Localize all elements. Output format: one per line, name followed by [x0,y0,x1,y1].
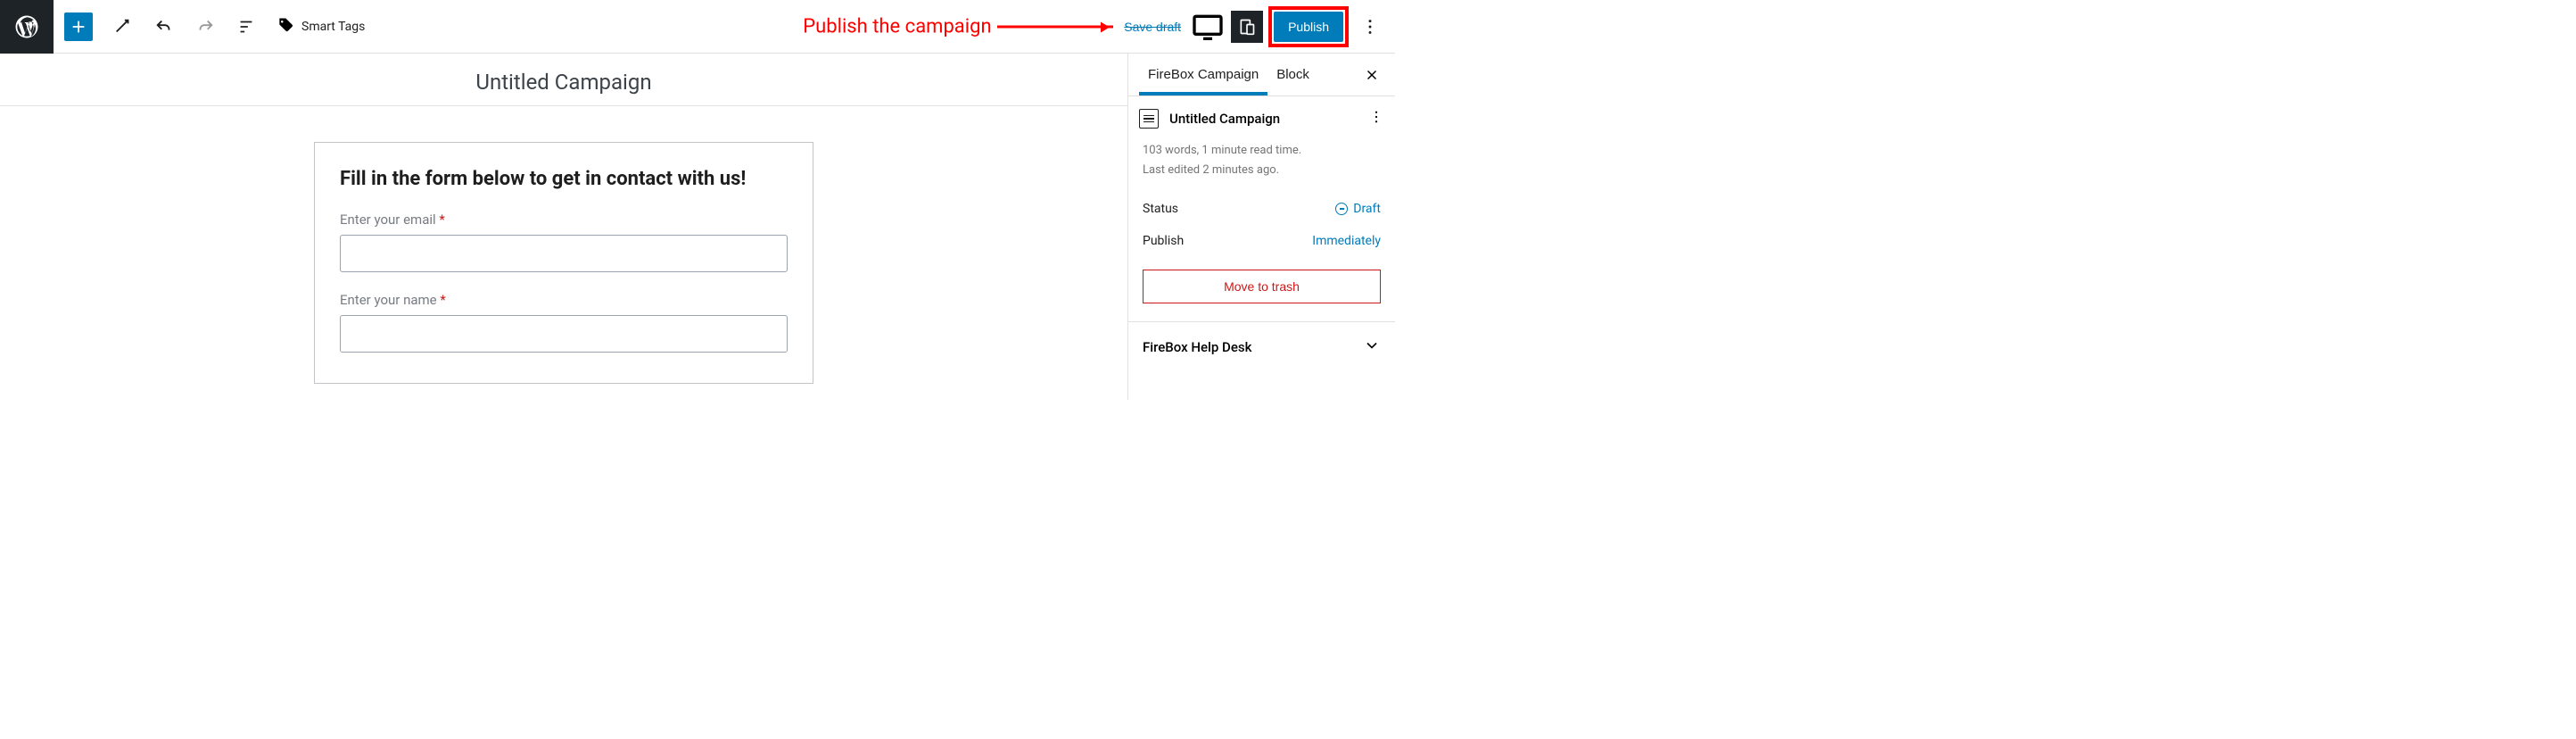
help-desk-panel-toggle[interactable]: FireBox Help Desk [1128,322,1395,372]
save-draft-button[interactable]: Save draft [1115,12,1190,41]
responsive-preview-button[interactable] [1231,11,1263,43]
editor-canvas[interactable]: Untitled Campaign Fill in the form below… [0,54,1127,400]
document-icon [1139,109,1159,129]
status-value-button[interactable]: Draft [1335,202,1381,216]
more-options-button[interactable] [1352,9,1388,45]
contact-form-block[interactable]: Fill in the form below to get in contact… [314,142,813,384]
name-field[interactable] [340,315,788,353]
form-heading: Fill in the form below to get in contact… [340,168,788,190]
page-title[interactable]: Untitled Campaign [0,54,1127,105]
wordpress-logo[interactable] [0,0,54,54]
edit-mode-button[interactable] [105,9,141,45]
publish-highlight: Publish [1268,6,1349,47]
email-field[interactable] [340,235,788,272]
tab-block[interactable]: Block [1267,54,1318,95]
preview-button[interactable] [1190,9,1226,45]
chevron-down-icon [1363,336,1381,358]
meta-last-edited: Last edited 2 minutes ago. [1143,161,1381,180]
settings-sidebar: FireBox Campaign Block Untitled Campaign… [1127,54,1395,400]
document-title: Untitled Campaign [1169,111,1280,127]
publish-button[interactable]: Publish [1274,12,1343,42]
meta-word-count: 103 words, 1 minute read time. [1143,141,1381,161]
status-draft-icon [1335,203,1348,215]
publish-date-label: Publish [1143,234,1184,248]
status-label: Status [1143,202,1178,216]
annotation-arrow-icon [997,25,1113,28]
tag-icon [277,16,294,37]
top-toolbar: Smart Tags Publish the campaign Save dra… [0,0,1395,54]
move-to-trash-button[interactable]: Move to trash [1143,270,1381,303]
smart-tags-label: Smart Tags [301,20,365,34]
document-overview-button[interactable] [228,9,264,45]
tab-firebox-campaign[interactable]: FireBox Campaign [1139,54,1267,95]
close-sidebar-button[interactable] [1359,62,1384,87]
document-actions-button[interactable] [1368,109,1384,129]
add-block-button[interactable] [64,12,93,41]
annotation-publish-callout: Publish the campaign [803,15,1112,37]
publish-date-button[interactable]: Immediately [1312,234,1381,248]
redo-button[interactable] [187,9,223,45]
smart-tags-button[interactable]: Smart Tags [277,16,365,37]
undo-button[interactable] [146,9,182,45]
name-label: Enter your name * [340,292,788,308]
email-label: Enter your email * [340,212,788,228]
